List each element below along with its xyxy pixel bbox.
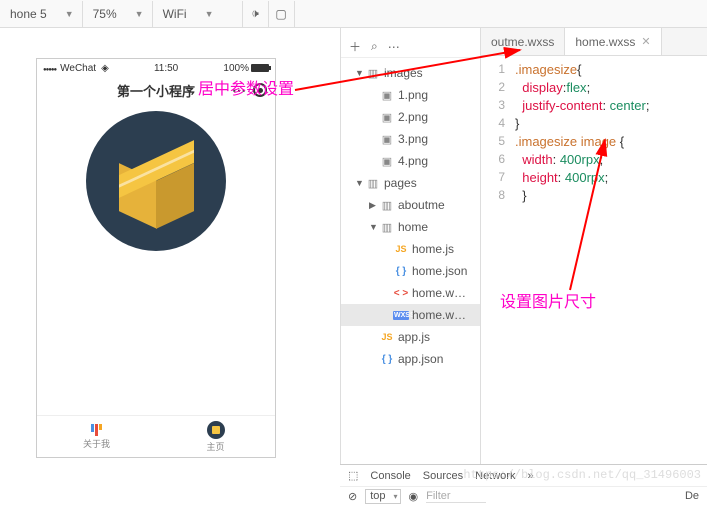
file-name: home <box>398 220 428 234</box>
tree-item[interactable]: ▶▥aboutme <box>341 194 480 216</box>
editor-tabs: outme.wxss home.wxss✕ <box>481 28 707 56</box>
folder-icon: ▥ <box>365 177 381 190</box>
signal-icon <box>43 63 56 74</box>
top-toolbar: hone 5▼ 75%▼ WiFi▼ 🕩 ▢ <box>0 0 707 28</box>
rotate-icon[interactable]: ▢ <box>269 1 295 27</box>
tab-about[interactable]: 关于我 <box>37 416 156 457</box>
tree-item[interactable]: { }home.json <box>341 260 480 282</box>
code-editor[interactable]: 1.imagesize{ 2 display:flex; 3 justify-c… <box>481 56 707 482</box>
tree-item[interactable]: { }app.json <box>341 348 480 370</box>
device-select[interactable]: hone 5▼ <box>0 1 83 27</box>
page-content <box>37 103 275 415</box>
box-icon <box>119 144 194 219</box>
page-title: 第一个小程序 <box>117 81 195 100</box>
tree-item[interactable]: ▣3.png <box>341 128 480 150</box>
tree-item[interactable]: JShome.js <box>341 238 480 260</box>
file-name: 4.png <box>398 154 428 168</box>
carrier-label: WeChat <box>60 63 96 74</box>
clear-icon[interactable]: ⊘ <box>348 490 357 503</box>
js-icon: JS <box>393 244 409 254</box>
clock: 11:50 <box>109 63 224 74</box>
extra-label: De <box>685 490 699 502</box>
eye-icon[interactable]: ◉ <box>409 490 419 503</box>
wifi-icon: ◈ <box>101 63 109 74</box>
mute-icon[interactable]: 🕩 <box>243 1 269 27</box>
search-icon[interactable]: ⌕ <box>371 39 378 54</box>
chevron-down-icon: ▼ <box>135 9 144 19</box>
devtools-tab[interactable]: Console <box>370 470 410 482</box>
tree-toolbar: ＋ ⌕ ⋯ <box>341 36 480 58</box>
image-circle <box>86 111 226 251</box>
bars-icon <box>91 424 102 436</box>
more-icon[interactable]: ⋯ <box>388 40 400 54</box>
file-name: home.js <box>412 242 454 256</box>
folder-icon: ▥ <box>379 199 395 212</box>
file-tree-pane: ＋ ⌕ ⋯ ▼▥images▣1.png▣2.png▣3.png▣4.png▼▥… <box>340 28 480 504</box>
network-select[interactable]: WiFi▼ <box>153 1 243 27</box>
editor-pane: outme.wxss home.wxss✕ 1.imagesize{ 2 dis… <box>480 28 707 504</box>
annotation-center: 居中参数设置 <box>198 75 294 99</box>
tree-item[interactable]: ▣2.png <box>341 106 480 128</box>
home-icon <box>207 421 225 439</box>
wxss-icon: WXSS <box>393 311 409 320</box>
filter-input[interactable]: Filter <box>426 490 486 503</box>
tree-item[interactable]: ▼▥home <box>341 216 480 238</box>
tree-item[interactable]: WXSShome.w… <box>341 304 480 326</box>
file-name: 3.png <box>398 132 428 146</box>
tab-bar: 关于我 主页 <box>37 415 275 457</box>
file-name: aboutme <box>398 198 445 212</box>
tree-item[interactable]: < >home.w… <box>341 282 480 304</box>
file-name: images <box>384 66 423 80</box>
chevron-down-icon: ▼ <box>205 9 214 19</box>
json-icon: { } <box>379 354 395 365</box>
img-icon: ▣ <box>379 89 395 102</box>
json-icon: { } <box>393 266 409 277</box>
file-name: home.w… <box>412 308 466 322</box>
annotation-size: 设置图片尺寸 <box>500 288 596 312</box>
battery-icon <box>251 64 269 72</box>
tab-label: 主页 <box>206 440 224 453</box>
add-icon[interactable]: ＋ <box>349 38 361 55</box>
tree-item[interactable]: JSapp.js <box>341 326 480 348</box>
folder-icon: ▥ <box>379 221 395 234</box>
img-icon: ▣ <box>379 111 395 124</box>
watermark: https://blog.csdn.net/qq_31496003 <box>463 468 701 482</box>
file-name: 2.png <box>398 110 428 124</box>
img-icon: ▣ <box>379 155 395 168</box>
file-name: home.json <box>412 264 467 278</box>
close-icon[interactable]: ✕ <box>641 35 650 48</box>
file-tree: ▼▥images▣1.png▣2.png▣3.png▣4.png▼▥pages▶… <box>341 58 480 374</box>
tree-item[interactable]: ▣1.png <box>341 84 480 106</box>
phone-frame: WeChat ◈ 11:50 100% 第一个小程序 ⋯ <box>36 58 276 458</box>
devtools-tab[interactable]: Sources <box>423 470 463 482</box>
editor-tab[interactable]: home.wxss✕ <box>565 28 661 55</box>
battery-pct: 100% <box>223 63 249 74</box>
simulator-pane: WeChat ◈ 11:50 100% 第一个小程序 ⋯ <box>0 28 340 504</box>
tree-item[interactable]: ▼▥images <box>341 62 480 84</box>
editor-tab[interactable]: outme.wxss <box>481 28 565 55</box>
js-icon: JS <box>379 332 395 342</box>
folder-icon: ▥ <box>365 67 381 80</box>
tree-item[interactable]: ▼▥pages <box>341 172 480 194</box>
file-name: 1.png <box>398 88 428 102</box>
file-name: home.w… <box>412 286 466 300</box>
zoom-select[interactable]: 75%▼ <box>83 1 153 27</box>
tab-label: 关于我 <box>83 437 110 450</box>
file-name: app.json <box>398 352 443 366</box>
chevron-down-icon: ▼ <box>65 9 74 19</box>
file-name: app.js <box>398 330 430 344</box>
file-name: pages <box>384 176 417 190</box>
img-icon: ▣ <box>379 133 395 146</box>
tab-home[interactable]: 主页 <box>156 416 275 457</box>
inspect-icon[interactable]: ⬚ <box>348 469 358 482</box>
scope-select[interactable]: top <box>365 489 400 504</box>
wxml-icon: < > <box>393 288 409 299</box>
tree-item[interactable]: ▣4.png <box>341 150 480 172</box>
